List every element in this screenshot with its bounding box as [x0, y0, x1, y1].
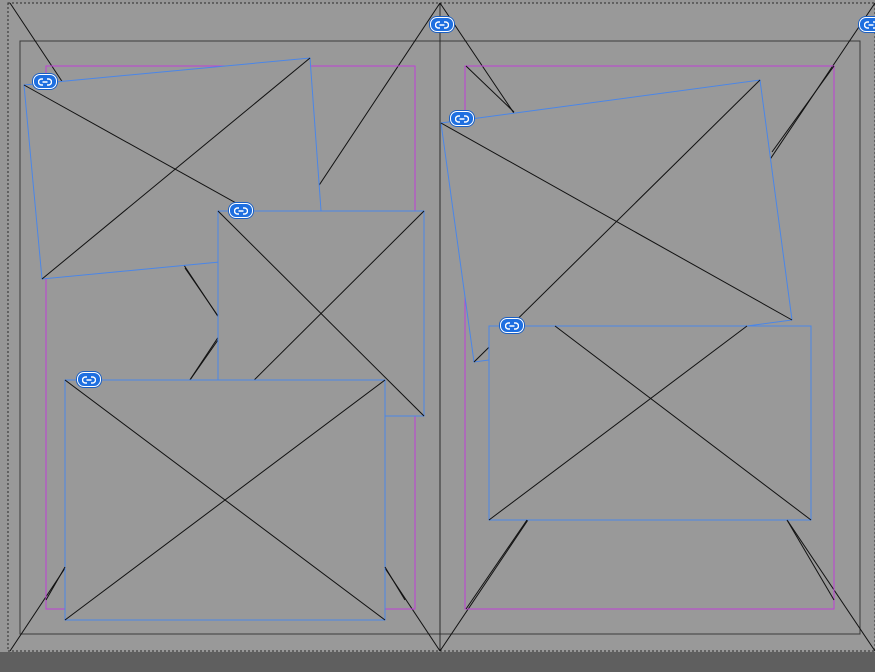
image-frame-right-bottom[interactable]: [488, 325, 812, 521]
chain-link-icon[interactable]: [33, 74, 57, 89]
chain-link-icon[interactable]: [859, 17, 875, 32]
chain-link-icon[interactable]: [229, 203, 253, 218]
image-frame-right-top[interactable]: [440, 79, 793, 363]
chain-link-icon[interactable]: [500, 318, 524, 333]
image-frame-left-bottom[interactable]: [64, 379, 386, 621]
chain-link-icon[interactable]: [77, 372, 101, 387]
document-spread-canvas[interactable]: [0, 0, 875, 672]
frame-bounds[interactable]: [488, 325, 812, 521]
chain-link-icon[interactable]: [450, 111, 474, 126]
chain-link-icon[interactable]: [430, 17, 454, 32]
